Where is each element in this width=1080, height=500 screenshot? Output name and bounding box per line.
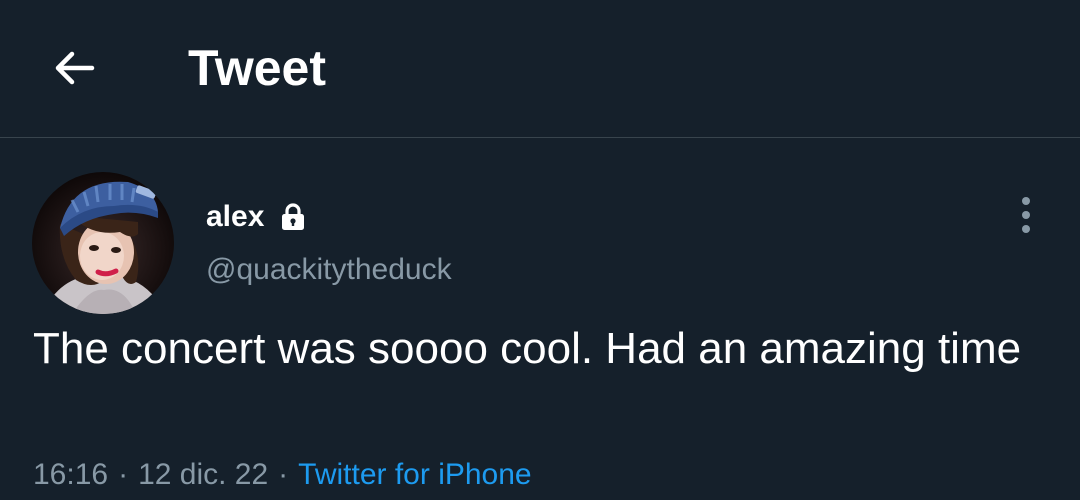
arrow-left-icon [55,51,95,85]
tweet-metadata: 16:16 · 12 dic. 22 · Twitter for iPhone [33,455,532,495]
more-vertical-icon [1022,197,1030,233]
avatar[interactable] [32,172,174,314]
author-display-name: alex [206,200,265,233]
tweet-time: 16:16 [33,458,109,491]
back-button[interactable] [44,38,104,98]
tweet-date: 12 dic. 22 [138,458,269,491]
separator-dot: · [118,458,129,491]
author-name-row[interactable]: alex [206,198,308,236]
author-handle[interactable]: @quackitytheduck [206,251,452,289]
page-title: Tweet [188,40,326,96]
avatar-photo [32,172,174,314]
top-app-bar: Tweet [0,0,1080,138]
tweet-detail-screen: Tweet alex @quackitytheduck The concert … [0,0,1080,500]
more-options-button[interactable] [1006,190,1046,240]
tweet-text: The concert was soooo cool. Had an amazi… [33,324,1022,373]
lock-icon [278,202,308,232]
tweet-source-link[interactable]: Twitter for iPhone [298,458,531,491]
separator-dot: · [278,458,289,491]
